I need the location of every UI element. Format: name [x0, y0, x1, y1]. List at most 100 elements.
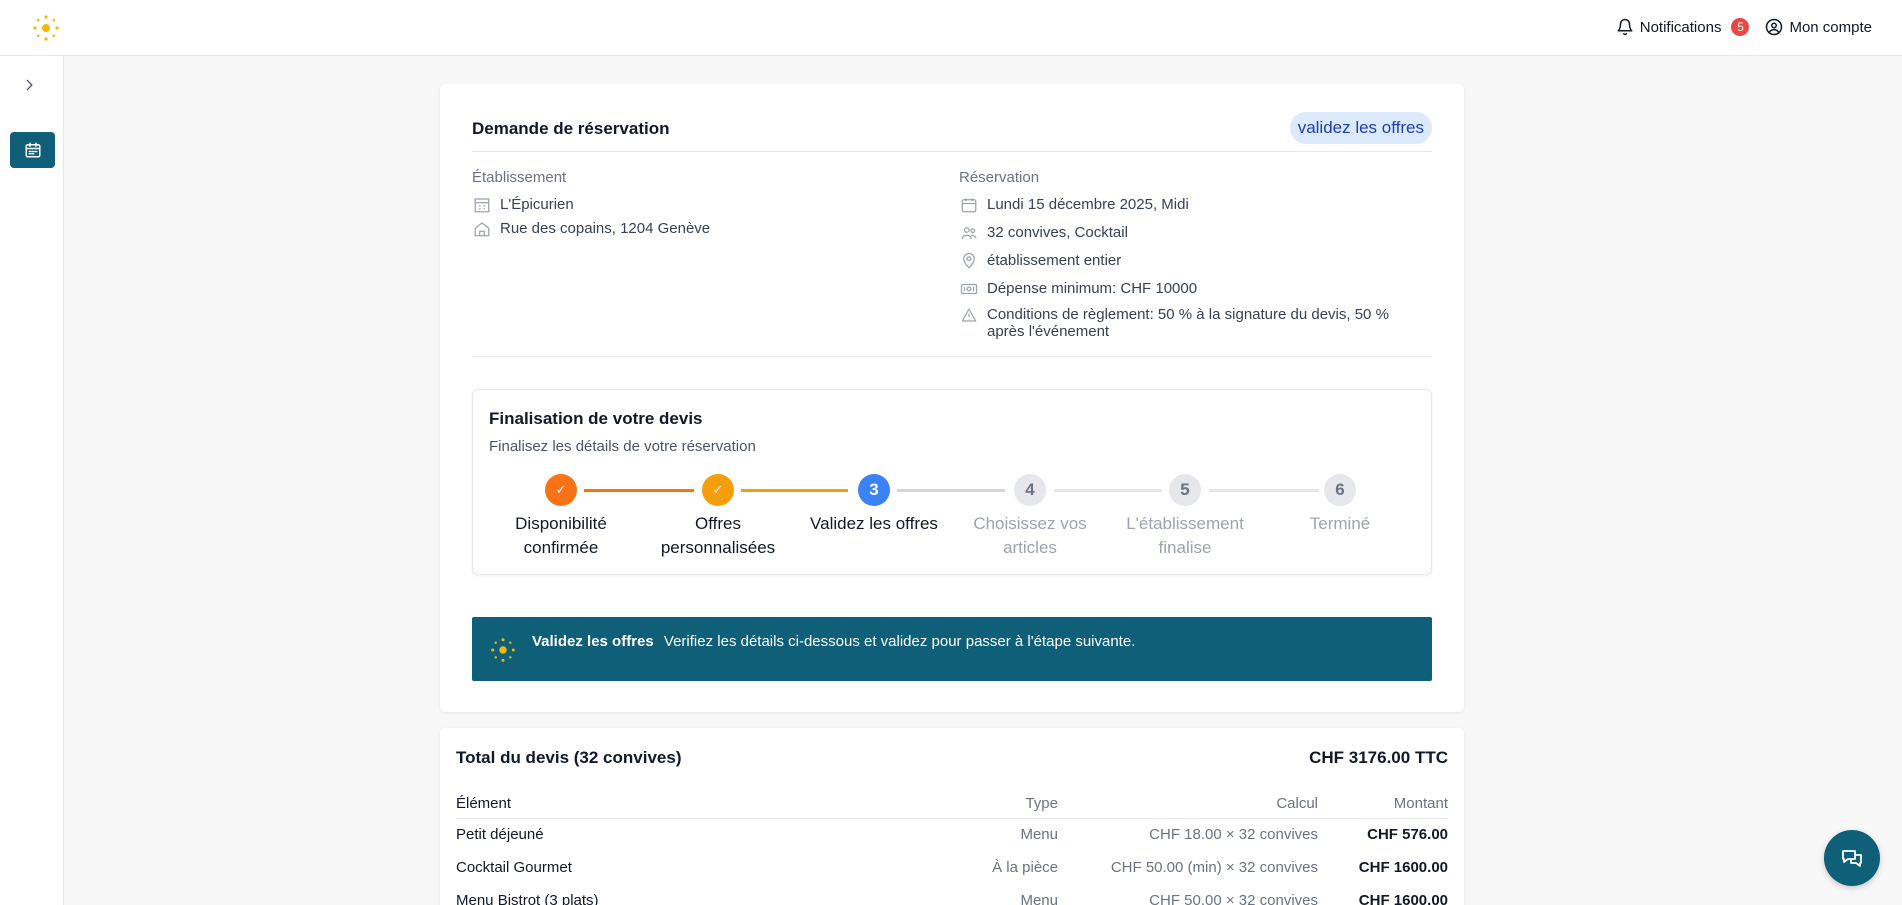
step-label-line: L'établissement	[1126, 514, 1244, 533]
row-calc: CHF 50.00 (min) × 32 convives	[1110, 859, 1318, 876]
step-label-line: confirmée	[523, 538, 599, 557]
establishment-name-row: L'Épicurien	[472, 196, 574, 214]
row-type: Menu	[1020, 892, 1058, 905]
step-label-line: articles	[1003, 538, 1057, 557]
column-header-element: Élément	[456, 790, 938, 819]
step-connector	[1054, 489, 1162, 492]
step-label-line: personnalisées	[660, 538, 776, 557]
chat-bubbles-icon	[1842, 850, 1862, 867]
step-1-circle: ✓	[545, 474, 577, 506]
notifications-button[interactable]: Notifications 5	[1616, 18, 1750, 36]
reservation-space-row: établissement entier	[959, 252, 1121, 270]
home-icon	[472, 220, 492, 238]
check-icon: ✓	[555, 482, 567, 497]
step-3-label: Validez les offres	[799, 512, 949, 536]
step-connector	[584, 489, 694, 492]
divider	[472, 356, 1432, 357]
reservation-guests-row: 32 convives, Cocktail	[959, 224, 1128, 242]
building-icon	[472, 196, 492, 214]
warning-triangle-icon	[959, 306, 979, 324]
calendar-icon	[959, 196, 979, 214]
step-connector	[741, 489, 848, 492]
row-element: Menu Bistrot (3 plats)	[456, 892, 599, 905]
quote-total: CHF 3176.00 TTC	[1309, 748, 1448, 767]
top-bar: Notifications 5 Mon compte	[0, 0, 1902, 56]
divider	[472, 151, 1432, 152]
step-connector	[1209, 489, 1319, 492]
step-label-line: Validez les offres	[810, 514, 938, 533]
calendar-icon	[25, 142, 40, 158]
table-row: Petit déjeuné Menu CHF 18.00 × 32 conviv…	[456, 818, 1448, 851]
quote-title: Total du devis (32 convives)	[456, 748, 682, 767]
row-amount: CHF 1600.00	[1358, 859, 1448, 876]
step-label-line: Offres	[695, 514, 741, 533]
step-label-line: finalise	[1158, 538, 1212, 557]
step-label-line: Terminé	[1309, 514, 1371, 533]
status-badge: validez les offres	[1289, 112, 1432, 144]
map-pin-icon	[959, 252, 979, 270]
reservation-date-row: Lundi 15 décembre 2025, Midi	[959, 196, 1189, 214]
step-4-circle: 4	[1014, 474, 1046, 506]
banner-message: Validez les offres Verifiez les détails …	[532, 633, 1135, 650]
row-element: Petit déjeuné	[456, 826, 544, 844]
step-5-circle: 5	[1169, 474, 1201, 506]
reservation-space: établissement entier	[987, 252, 1122, 269]
table-row: Menu Bistrot (3 plats) Menu CHF 50.00 × …	[456, 884, 1448, 905]
row-element: Cocktail Gourmet	[456, 859, 572, 876]
reservation-date: Lundi 15 décembre 2025, Midi	[987, 196, 1189, 213]
step-3-circle: 3	[858, 474, 890, 506]
establishment-label: Établissement	[472, 169, 567, 186]
step-6-circle: 6	[1324, 474, 1356, 506]
account-button[interactable]: Mon compte	[1765, 18, 1872, 36]
reservation-payment-row: Conditions de règlement: 50 % à la signa…	[959, 306, 1429, 340]
step-label-line: Disponibilité	[515, 514, 607, 533]
top-right-nav: Notifications 5 Mon compte	[1616, 0, 1872, 54]
establishment-address: Rue des copains, 1204 Genève	[500, 220, 711, 237]
check-icon: ✓	[712, 482, 724, 497]
notifications-count-badge: 5	[1731, 18, 1750, 36]
reservation-payment-terms: Conditions de règlement: 50 % à la signa…	[987, 306, 1389, 340]
sun-logo-icon[interactable]	[30, 12, 62, 44]
row-amount: CHF 1600.00	[1358, 892, 1448, 905]
step-1-label: Disponibilité confirmée	[486, 512, 636, 560]
quote-progress-stepper: Finalisation de votre devis Finalisez le…	[472, 389, 1432, 575]
sidebar-item-reservations[interactable]	[10, 132, 55, 168]
row-amount: CHF 576.00	[1367, 826, 1448, 844]
sun-logo-icon	[491, 638, 515, 662]
stepper-subtitle: Finalisez les détails de votre réservati…	[489, 438, 756, 455]
row-calc: CHF 50.00 × 32 convives	[1149, 892, 1318, 905]
sidebar	[0, 56, 64, 905]
step-connector	[897, 489, 1005, 492]
step-label-line: Choisissez vos	[973, 514, 1087, 533]
bell-icon	[1617, 18, 1633, 36]
reservation-min-spend: Dépense minimum: CHF 10000	[987, 280, 1198, 297]
step-4-label: Choisissez vos articles	[955, 512, 1105, 560]
step-2-label: Offres personnalisées	[643, 512, 793, 560]
column-header-amount: Montant	[1318, 790, 1448, 819]
banner-title: Validez les offres	[532, 633, 654, 650]
quote-table: Élément Type Calcul Montant Petit déjeun…	[456, 790, 1448, 905]
reservation-guests: 32 convives, Cocktail	[987, 224, 1128, 241]
sidebar-toggle-button[interactable]	[18, 74, 40, 96]
page-title: Demande de réservation	[472, 119, 670, 138]
table-header-row: Élément Type Calcul Montant	[456, 790, 1448, 819]
users-icon	[959, 224, 979, 242]
step-2-circle: ✓	[702, 474, 734, 506]
column-header-calc: Calcul	[1058, 790, 1318, 819]
table-row: Cocktail Gourmet À la pièce CHF 50.00 (m…	[456, 851, 1448, 884]
banknote-icon	[959, 280, 979, 298]
notifications-label: Notifications	[1639, 18, 1722, 36]
establishment-name: L'Épicurien	[500, 196, 574, 213]
step-5-label: L'établissement finalise	[1110, 512, 1260, 560]
column-header-type: Type	[938, 790, 1058, 819]
next-step-banner: Validez les offres Verifiez les détails …	[472, 617, 1432, 681]
row-type: Menu	[1020, 826, 1058, 844]
quote-total-card: Total du devis (32 convives) CHF 3176.00…	[440, 728, 1464, 905]
user-circle-icon	[1766, 18, 1783, 36]
chat-button[interactable]	[1824, 830, 1880, 886]
banner-text: Verifiez les détails ci-dessous et valid…	[663, 633, 1136, 650]
chevron-right-icon	[26, 79, 33, 91]
account-label: Mon compte	[1789, 18, 1872, 36]
establishment-address-row: Rue des copains, 1204 Genève	[472, 220, 710, 238]
row-type: À la pièce	[992, 859, 1058, 876]
